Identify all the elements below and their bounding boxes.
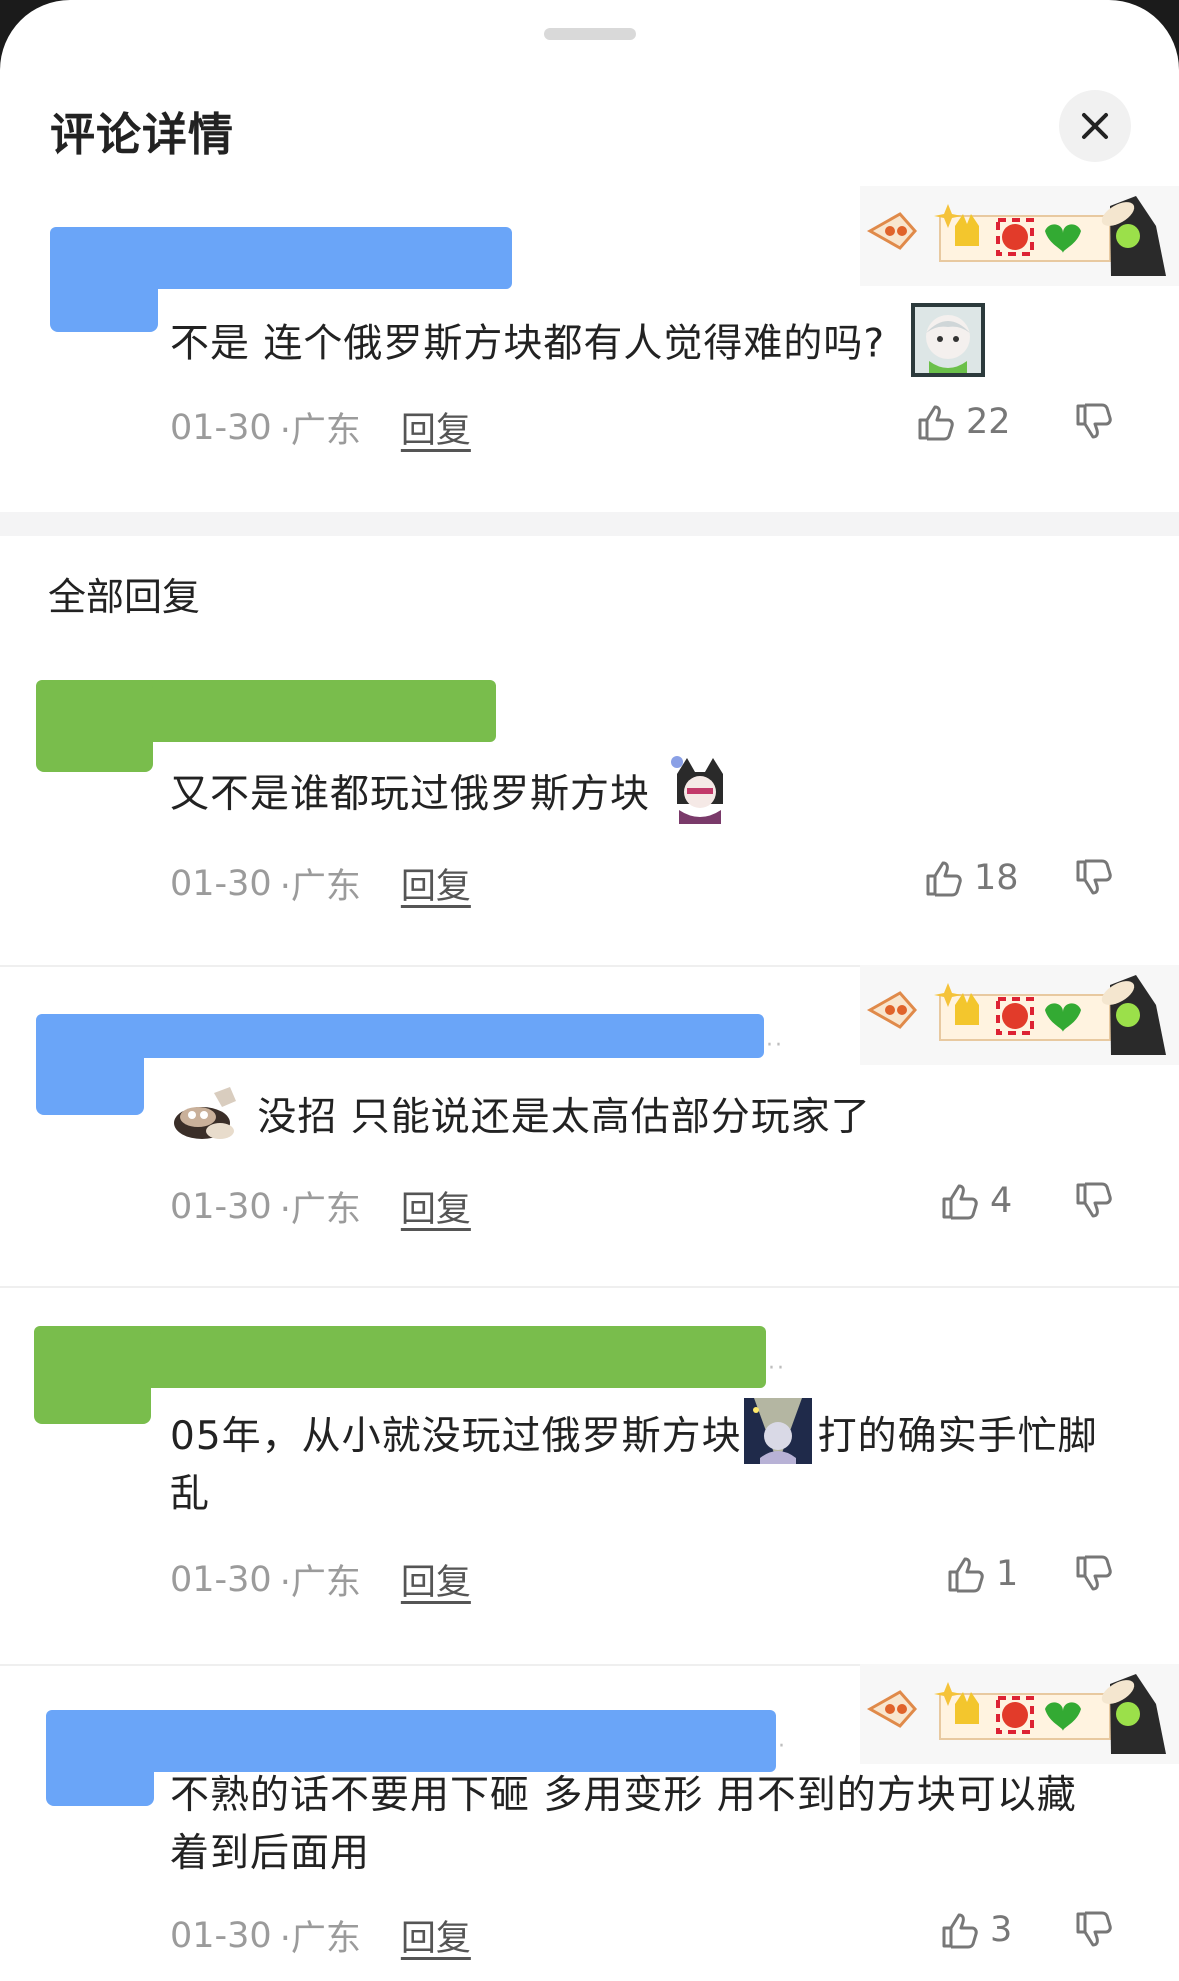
like-count: 22 bbox=[966, 402, 1011, 442]
comment-date: 01-30 bbox=[170, 1915, 272, 1956]
decoration-banner bbox=[860, 186, 1179, 286]
reply-button[interactable]: 回复 bbox=[401, 1910, 471, 1961]
avatar[interactable] bbox=[36, 682, 153, 772]
comment-text-content: 又不是谁都玩过俄罗斯方块 bbox=[170, 772, 651, 817]
like-button[interactable]: 4 bbox=[940, 1181, 1012, 1221]
like-count: 1 bbox=[996, 1554, 1019, 1594]
comment-meta: 01-30 ·广东 回复 bbox=[170, 1910, 471, 1961]
comment-detail-sheet: 评论详情 不是 连个俄罗斯方块都有人觉得难的吗? 01-30 ·广东 回复 22… bbox=[0, 0, 1179, 1981]
thumbs-up-icon bbox=[948, 1557, 984, 1593]
comment-text: 不熟的话不要用下砸 多用变形 用不到的方块可以藏着到后面用 bbox=[170, 1767, 1115, 1883]
thumbs-up-icon bbox=[918, 405, 954, 441]
reply-item: · 不熟的话不要用下砸 多用变形 用不到的方块可以藏着到后面用 01-30 ·广… bbox=[0, 1664, 1179, 1981]
reply-button[interactable]: 回复 bbox=[401, 858, 471, 909]
thumbs-up-icon bbox=[942, 1184, 978, 1220]
like-button[interactable]: 1 bbox=[946, 1554, 1018, 1594]
username-redacted[interactable] bbox=[46, 1710, 776, 1772]
reply-button[interactable]: 回复 bbox=[401, 402, 471, 453]
comment-text: 又不是谁都玩过俄罗斯方块 bbox=[170, 755, 1115, 824]
decoration-banner bbox=[860, 1664, 1179, 1764]
comment-text-content: 不熟的话不要用下砸 多用变形 用不到的方块可以藏着到后面用 bbox=[170, 1773, 1077, 1876]
thumbs-down-icon bbox=[1076, 1182, 1112, 1218]
comment-text: 不是 连个俄罗斯方块都有人觉得难的吗? bbox=[170, 303, 1115, 377]
comment-location: ·广东 bbox=[279, 1563, 361, 1603]
thumbs-up-icon bbox=[926, 861, 962, 897]
main-comment: 不是 连个俄罗斯方块都有人觉得难的吗? 01-30 ·广东 回复 22 bbox=[0, 180, 1179, 510]
like-count: 3 bbox=[990, 1910, 1013, 1950]
comment-meta: 01-30 ·广东 回复 bbox=[170, 402, 471, 453]
sticker-emoji bbox=[671, 755, 724, 824]
truncation-dots: ·· bbox=[766, 1033, 784, 1058]
close-icon bbox=[1082, 113, 1108, 139]
like-button[interactable]: 22 bbox=[916, 402, 1011, 442]
truncation-dots: · bbox=[778, 1734, 787, 1759]
close-button[interactable] bbox=[1059, 90, 1131, 162]
reply-button[interactable]: 回复 bbox=[401, 1554, 471, 1605]
sticker-emoji bbox=[174, 1086, 236, 1139]
page-title: 评论详情 bbox=[50, 108, 235, 161]
comment-meta: 01-30 ·广东 回复 bbox=[170, 1554, 471, 1605]
dislike-button[interactable] bbox=[1074, 402, 1114, 446]
sticker-emoji bbox=[910, 303, 985, 377]
avatar[interactable] bbox=[34, 1328, 151, 1424]
like-button[interactable]: 3 bbox=[940, 1910, 1012, 1950]
reply-item: ·· 05年，从小就没玩过俄罗斯方块 打的确实手忙脚乱 01-30 ·广东 回复… bbox=[0, 1286, 1179, 1666]
comment-location: ·广东 bbox=[279, 1919, 361, 1959]
dislike-button[interactable] bbox=[1074, 858, 1114, 902]
thumbs-down-icon bbox=[1076, 1555, 1112, 1591]
comment-text-content: 05年，从小就没玩过俄罗斯方块 bbox=[170, 1414, 742, 1459]
reply-item: ·· 没招 只能说还是太高估部分玩家了 01-30 ·广东 回复 4 bbox=[0, 965, 1179, 1285]
like-button[interactable]: 18 bbox=[924, 858, 1019, 898]
sticker-emoji bbox=[743, 1397, 812, 1464]
like-count: 18 bbox=[974, 858, 1019, 898]
comment-text-content: 不是 连个俄罗斯方块都有人觉得难的吗? bbox=[170, 321, 886, 367]
comment-location: ·广东 bbox=[279, 867, 361, 907]
comment-location: ·广东 bbox=[279, 411, 361, 451]
dislike-button[interactable] bbox=[1074, 1554, 1114, 1598]
comment-text: 没招 只能说还是太高估部分玩家了 bbox=[170, 1086, 1115, 1147]
decoration-banner bbox=[860, 965, 1179, 1065]
comment-text: 05年，从小就没玩过俄罗斯方块 打的确实手忙脚乱 bbox=[170, 1397, 1115, 1524]
section-separator bbox=[0, 512, 1179, 536]
avatar[interactable] bbox=[46, 1712, 154, 1806]
dislike-button[interactable] bbox=[1074, 1181, 1114, 1225]
comment-date: 01-30 bbox=[170, 407, 272, 448]
comment-meta: 01-30 ·广东 回复 bbox=[170, 1181, 471, 1232]
comment-date: 01-30 bbox=[170, 863, 272, 904]
username-redacted[interactable] bbox=[36, 1014, 764, 1058]
reply-item: 又不是谁都玩过俄罗斯方块 01-30 ·广东 回复 18 bbox=[0, 670, 1179, 960]
reply-button[interactable]: 回复 bbox=[401, 1181, 471, 1232]
avatar[interactable] bbox=[50, 228, 158, 332]
section-title: 全部回复 bbox=[48, 575, 201, 619]
dislike-button[interactable] bbox=[1074, 1910, 1114, 1954]
comment-date: 01-30 bbox=[170, 1559, 272, 1600]
truncation-dots: ·· bbox=[768, 1356, 786, 1381]
thumbs-down-icon bbox=[1076, 859, 1112, 895]
like-count: 4 bbox=[990, 1181, 1013, 1221]
thumbs-down-icon bbox=[1076, 403, 1112, 439]
thumbs-down-icon bbox=[1076, 1911, 1112, 1947]
comment-date: 01-30 bbox=[170, 1186, 272, 1227]
comment-location: ·广东 bbox=[279, 1190, 361, 1230]
thumbs-up-icon bbox=[942, 1913, 978, 1949]
sheet-drag-handle[interactable] bbox=[544, 28, 636, 40]
comment-text-content: 没招 只能说还是太高估部分玩家了 bbox=[257, 1095, 871, 1140]
comment-meta: 01-30 ·广东 回复 bbox=[170, 858, 471, 909]
avatar[interactable] bbox=[36, 1015, 144, 1115]
